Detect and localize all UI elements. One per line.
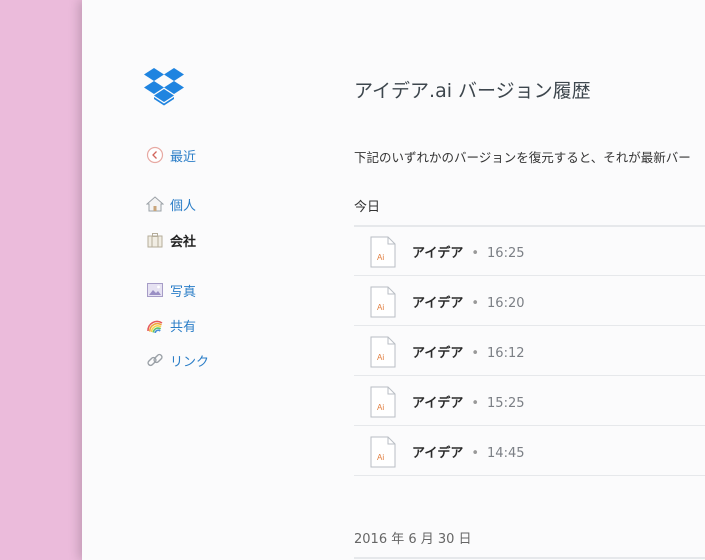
file-type-label: Ai <box>377 253 384 262</box>
separator-dot: • <box>471 396 480 411</box>
rainbow-icon <box>146 316 164 334</box>
version-time: 16:20 <box>487 296 525 311</box>
photo-icon <box>146 281 164 299</box>
version-list: Ai アイデア • 16:25 Ai アイデア • 16:20 Ai アイデア … <box>354 226 705 476</box>
file-type-label: Ai <box>377 453 384 462</box>
version-row[interactable]: Ai アイデア • 16:20 <box>354 276 705 326</box>
version-time: 16:25 <box>487 246 525 261</box>
version-name[interactable]: アイデア <box>412 296 463 311</box>
version-label: アイデア • 15:25 <box>412 392 525 411</box>
version-name[interactable]: アイデア <box>412 446 463 461</box>
page-title: アイデア.ai バージョン履歴 <box>354 80 591 102</box>
version-row[interactable]: Ai アイデア • 15:25 <box>354 376 705 426</box>
file-type-label: Ai <box>377 303 384 312</box>
version-time: 14:45 <box>487 446 525 461</box>
version-time: 15:25 <box>487 396 525 411</box>
illustrator-file-icon: Ai <box>370 286 396 318</box>
illustrator-file-icon: Ai <box>370 386 396 418</box>
home-icon <box>146 195 164 213</box>
version-name[interactable]: アイデア <box>412 246 463 261</box>
version-name[interactable]: アイデア <box>412 346 463 361</box>
version-label: アイデア • 16:12 <box>412 342 525 361</box>
sidebar-item-label: 個人 <box>170 198 197 214</box>
sidebar-item-company[interactable]: 会社 <box>146 230 196 250</box>
briefcase-icon <box>146 231 164 249</box>
sidebar-item-label: 写真 <box>170 284 197 300</box>
sidebar-item-links[interactable]: リンク <box>146 350 209 370</box>
version-time: 16:12 <box>487 346 525 361</box>
sidebar-item-label: 会社 <box>170 234 197 250</box>
version-history-window: 最近 個人 会社 写真 共有 リンク アイデア.ai バージョン履歴 下記のいず… <box>82 0 705 560</box>
separator-dot: • <box>471 296 480 311</box>
sidebar-item-label: リンク <box>170 354 210 370</box>
sidebar-item-photos[interactable]: 写真 <box>146 280 196 300</box>
file-type-label: Ai <box>377 353 384 362</box>
file-type-label: Ai <box>377 403 384 412</box>
sidebar-item-label: 共有 <box>170 319 197 335</box>
desktop-background <box>0 0 82 560</box>
sidebar-item-shared[interactable]: 共有 <box>146 315 196 335</box>
link-icon <box>146 351 164 369</box>
illustrator-file-icon: Ai <box>370 236 396 268</box>
version-name[interactable]: アイデア <box>412 396 463 411</box>
version-label: アイデア • 16:20 <box>412 292 525 311</box>
version-row[interactable]: Ai アイデア • 16:12 <box>354 326 705 376</box>
sidebar-item-personal[interactable]: 個人 <box>146 194 196 214</box>
version-row[interactable]: Ai アイデア • 16:25 <box>354 226 705 276</box>
clock-back-icon <box>146 146 164 164</box>
group-heading-today: 今日 <box>354 196 705 227</box>
separator-dot: • <box>471 346 480 361</box>
dropbox-logo-icon[interactable] <box>143 68 185 108</box>
version-label: アイデア • 16:25 <box>412 242 525 261</box>
illustrator-file-icon: Ai <box>370 336 396 368</box>
separator-dot: • <box>471 246 480 261</box>
group-heading-date: 2016 年 6 月 30 日 <box>354 528 705 559</box>
illustrator-file-icon: Ai <box>370 436 396 468</box>
sidebar-item-label: 最近 <box>170 149 197 165</box>
version-label: アイデア • 14:45 <box>412 442 525 461</box>
separator-dot: • <box>471 446 480 461</box>
version-row[interactable]: Ai アイデア • 14:45 <box>354 426 705 476</box>
restore-description: 下記のいずれかのバージョンを復元すると、それが最新バー <box>354 150 691 165</box>
sidebar-item-recent[interactable]: 最近 <box>146 145 196 165</box>
